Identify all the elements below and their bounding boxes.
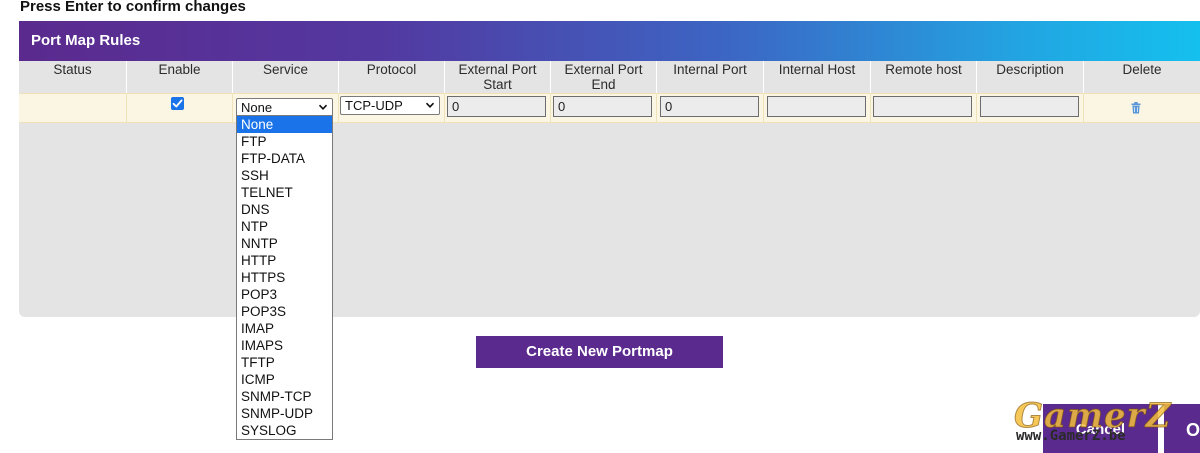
service-option-syslog[interactable]: SYSLOG — [237, 422, 332, 439]
column-header-service: Service — [232, 61, 338, 93]
column-header-internal-port: Internal Port — [656, 61, 763, 93]
external-port-start-input[interactable]: 0 — [447, 96, 546, 117]
service-option-telnet[interactable]: TELNET — [237, 184, 332, 201]
service-dropdown-list: None FTP FTP-DATA SSH TELNET DNS NTP NNTP HTTP HT… — [236, 115, 333, 440]
port-map-panel: Port Map Rules Status Enable Service Pro… — [19, 21, 1200, 317]
service-select-value: None — [241, 100, 273, 115]
service-option-dns[interactable]: DNS — [237, 201, 332, 218]
service-option-none[interactable]: None — [237, 116, 332, 133]
internal-port-input[interactable]: 0 — [660, 96, 759, 117]
service-option-imaps[interactable]: IMAPS — [237, 337, 332, 354]
internal-host-input[interactable] — [767, 96, 866, 117]
service-option-pop3[interactable]: POP3 — [237, 286, 332, 303]
service-option-ftp-data[interactable]: FTP-DATA — [237, 150, 332, 167]
instruction-text: Press Enter to confirm changes — [20, 0, 246, 15]
table-row: None TCP-UDP 0 0 0 — [19, 93, 1200, 123]
service-option-tftp[interactable]: TFTP — [237, 354, 332, 371]
service-option-https[interactable]: HTTPS — [237, 269, 332, 286]
external-port-end-input[interactable]: 0 — [553, 96, 652, 117]
status-cell — [19, 94, 126, 122]
column-header-external-port-start: External Port Start — [444, 61, 550, 93]
service-option-ssh[interactable]: SSH — [237, 167, 332, 184]
column-header-row: Status Enable Service Protocol External … — [19, 61, 1200, 93]
service-option-icmp[interactable]: ICMP — [237, 371, 332, 388]
checkmark-icon — [172, 99, 183, 108]
delete-cell — [1083, 94, 1200, 122]
column-header-status: Status — [53, 62, 92, 77]
protocol-select-value: TCP-UDP — [345, 98, 403, 113]
service-option-nntp[interactable]: NNTP — [237, 235, 332, 252]
trash-icon[interactable] — [1131, 101, 1141, 119]
service-option-http[interactable]: HTTP — [237, 252, 332, 269]
column-header-external-port-end: External Port End — [550, 61, 656, 93]
watermark: GamerZ www.GamerZ.be — [1013, 396, 1184, 452]
column-header-protocol: Protocol — [338, 61, 444, 93]
panel-title: Port Map Rules — [19, 21, 1200, 61]
service-option-snmp-tcp[interactable]: SNMP-TCP — [237, 388, 332, 405]
description-input[interactable] — [980, 96, 1079, 117]
service-option-ntp[interactable]: NTP — [237, 218, 332, 235]
watermark-url: www.GamerZ.be — [1016, 428, 1126, 444]
protocol-select[interactable]: TCP-UDP — [340, 96, 440, 115]
chevron-down-icon — [425, 99, 435, 116]
column-header-delete: Delete — [1083, 61, 1200, 93]
column-header-description: Description — [976, 61, 1083, 93]
column-header-remote-host: Remote host — [870, 61, 976, 93]
column-header-enable: Enable — [126, 61, 232, 93]
column-header-internal-host: Internal Host — [763, 61, 870, 93]
remote-host-input[interactable] — [873, 96, 972, 117]
service-option-imap[interactable]: IMAP — [237, 320, 332, 337]
enable-checkbox[interactable] — [171, 97, 184, 110]
create-new-portmap-button[interactable]: Create New Portmap — [476, 336, 723, 368]
service-option-pop3s[interactable]: POP3S — [237, 303, 332, 320]
service-option-ftp[interactable]: FTP — [237, 133, 332, 150]
page: Press Enter to confirm changes Port Map … — [0, 0, 1200, 453]
service-option-snmp-udp[interactable]: SNMP-UDP — [237, 405, 332, 422]
